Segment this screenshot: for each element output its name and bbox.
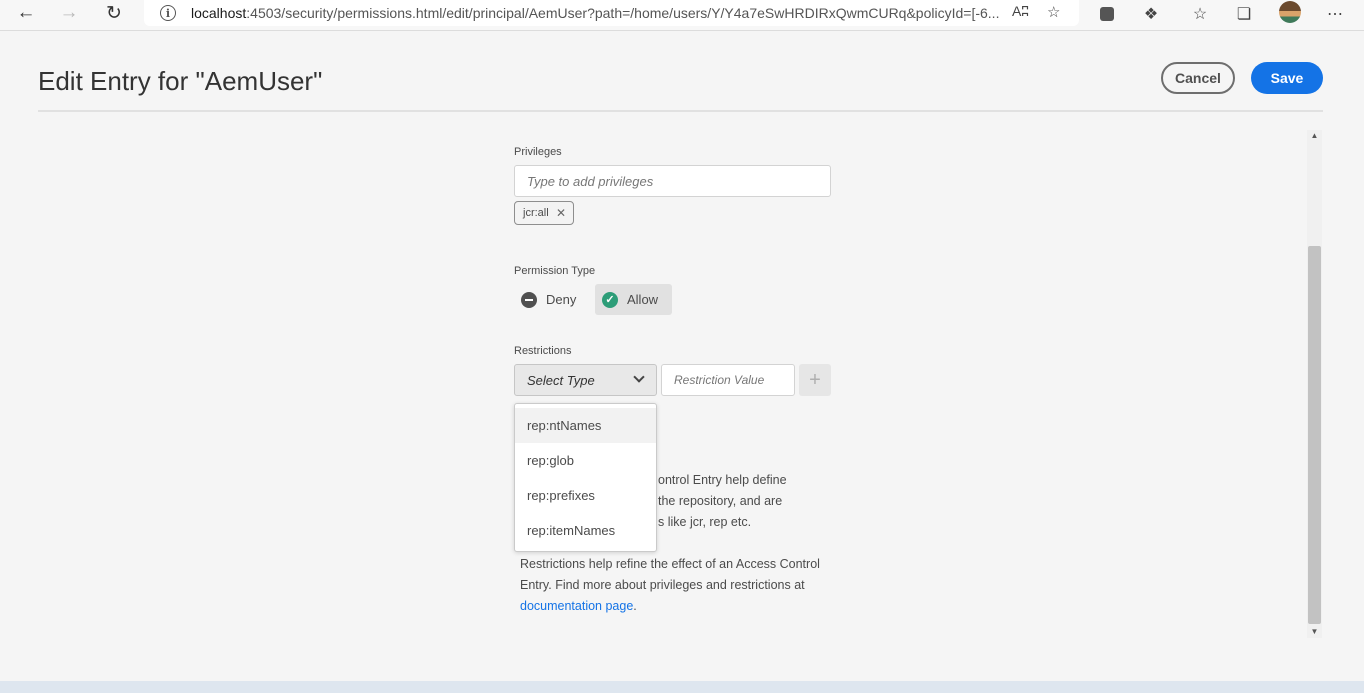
privileges-label: Privileges: [514, 146, 562, 158]
taskbar-edge: [0, 681, 1364, 693]
allow-option[interactable]: ✓ Allow: [595, 284, 672, 315]
favorites-icon[interactable]: ☆: [1189, 3, 1211, 25]
privilege-tag-label: jcr:all: [523, 207, 549, 219]
documentation-link[interactable]: documentation page: [520, 599, 633, 613]
add-restriction-button[interactable]: +: [799, 364, 831, 396]
restriction-type-value: Select Type: [527, 372, 595, 388]
help-line: s like jcr, rep etc.: [658, 515, 752, 529]
scrollbar-thumb[interactable]: [1308, 246, 1321, 624]
url-text[interactable]: localhost:4503/security/permissions.html…: [191, 5, 1006, 21]
link-suffix: .: [633, 599, 637, 613]
url-path: :4503/security/permissions.html/edit/pri…: [246, 5, 1000, 21]
deny-option[interactable]: Deny: [514, 284, 590, 315]
site-info-icon[interactable]: i: [160, 5, 176, 21]
deny-icon: [521, 291, 537, 308]
help-line: ontrol Entry help define: [658, 473, 787, 487]
scroll-down-arrow-icon[interactable]: ▼: [1309, 627, 1320, 636]
privilege-tag: jcr:all ✕: [514, 201, 574, 225]
deny-label: Deny: [546, 292, 577, 307]
scroll-up-arrow-icon[interactable]: ▲: [1309, 131, 1320, 140]
restrictions-help-sentence: Restrictions help refine the effect of a…: [520, 557, 820, 592]
extensions-puzzle-icon[interactable]: ❖: [1140, 3, 1162, 25]
help-line: the repository, and are: [658, 494, 783, 508]
dropdown-option[interactable]: rep:ntNames: [515, 408, 656, 443]
remove-tag-icon[interactable]: ✕: [556, 206, 566, 220]
save-button[interactable]: Save: [1251, 62, 1323, 94]
read-aloud-icon[interactable]: Aʭ: [1012, 3, 1029, 19]
favorite-add-icon[interactable]: ☆: [1047, 3, 1060, 21]
collections-icon[interactable]: ❏: [1233, 3, 1255, 25]
dropdown-option[interactable]: rep:prefixes: [515, 478, 656, 513]
permission-type-label: Permission Type: [514, 265, 596, 277]
restriction-type-select[interactable]: Select Type: [514, 364, 657, 396]
dropdown-option[interactable]: rep:itemNames: [515, 513, 656, 548]
forward-arrow-icon[interactable]: →: [54, 0, 84, 26]
more-menu-icon[interactable]: ⋯: [1324, 3, 1346, 25]
url-host: localhost: [191, 5, 247, 21]
allow-label: Allow: [627, 292, 659, 307]
privileges-help-text: ontrol Entry help define the repository,…: [658, 470, 787, 533]
restrictions-help-text: Restrictions help refine the effect of a…: [520, 554, 830, 617]
cancel-button[interactable]: Cancel: [1161, 62, 1235, 94]
browser-toolbar: ← → ↻ i localhost:4503/security/permissi…: [0, 0, 1364, 31]
checkmark-icon: ✓: [602, 291, 618, 308]
chevron-down-icon: [633, 371, 645, 383]
refresh-icon[interactable]: ↻: [99, 0, 129, 26]
restriction-type-dropdown: rep:ntNames rep:glob rep:prefixes rep:it…: [514, 403, 657, 552]
page-title: Edit Entry for "AemUser": [38, 66, 323, 96]
back-arrow-icon[interactable]: ←: [11, 0, 41, 26]
extension-icon[interactable]: [1096, 3, 1118, 25]
profile-avatar[interactable]: [1279, 1, 1301, 23]
privileges-input[interactable]: Type to add privileges: [514, 165, 831, 197]
restriction-value-input[interactable]: Restriction Value: [661, 364, 795, 396]
address-bar[interactable]: i localhost:4503/security/permissions.ht…: [144, 0, 1079, 26]
restrictions-label: Restrictions: [514, 345, 572, 357]
header-divider: [38, 110, 1323, 112]
dropdown-option[interactable]: rep:glob: [515, 443, 656, 478]
